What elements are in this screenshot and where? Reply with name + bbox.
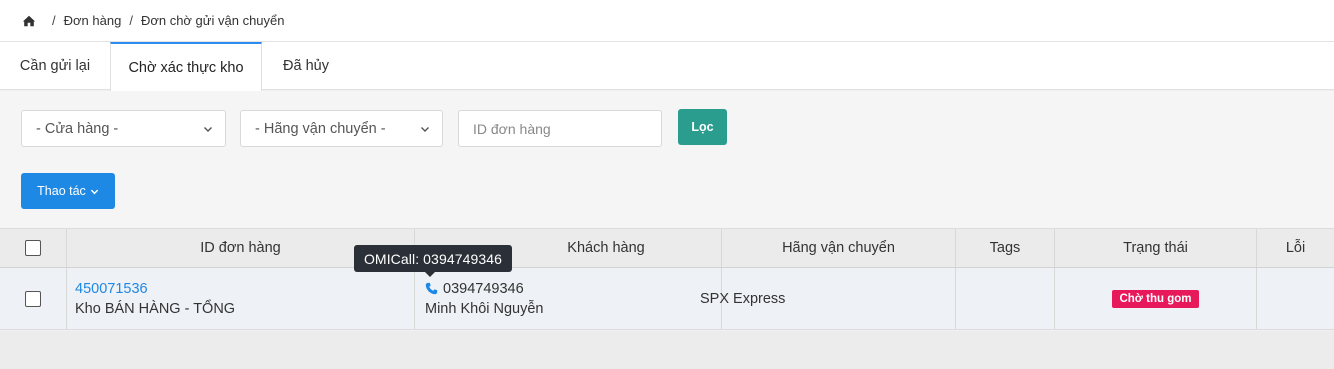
tab-cancelled[interactable]: Đã hủy <box>262 42 350 90</box>
status-cell: Chờ thu gom <box>1055 268 1257 329</box>
customer-phone-number: 0394749346 <box>443 280 524 297</box>
carrier-cell: SPX Express <box>700 268 956 329</box>
filter-button[interactable]: Lọc <box>678 109 727 145</box>
select-all-cell <box>0 229 67 267</box>
tab-warehouse-verification[interactable]: Chờ xác thực kho <box>110 42 262 91</box>
column-header-carrier[interactable]: Hãng vận chuyển <box>722 229 956 267</box>
order-id-input[interactable]: ID đơn hàng <box>458 110 662 147</box>
filter-panel: - Cửa hàng - - Hãng vận chuyển - ID đơn … <box>0 91 1334 228</box>
breadcrumb-item-pending-shipping: Đơn chờ gửi vận chuyển <box>140 13 285 28</box>
actions-button[interactable]: Thao tác <box>21 173 115 209</box>
breadcrumb-separator: / <box>129 13 133 28</box>
customer-phone[interactable]: 0394749346 <box>425 281 544 297</box>
tags-cell <box>956 268 1055 329</box>
error-cell <box>1257 268 1334 329</box>
table-header: ID đơn hàng Khách hàng Hãng vận chuyển T… <box>0 228 1334 268</box>
home-icon[interactable] <box>22 14 36 28</box>
warehouse-name: Kho BÁN HÀNG - TỔNG <box>75 300 236 317</box>
chevron-down-icon <box>90 189 98 194</box>
carrier-select[interactable]: - Hãng vận chuyển - <box>240 110 443 147</box>
column-header-customer-label: Khách hàng <box>567 240 645 256</box>
column-header-tags[interactable]: Tags <box>956 229 1055 267</box>
carrier-name: SPX Express <box>700 290 786 307</box>
customer-name: Minh Khôi Nguyễn <box>425 300 544 317</box>
customer-cell: 0394749346 Minh Khôi Nguyễn <box>415 268 722 329</box>
tab-resend[interactable]: Cần gửi lại <box>0 42 110 90</box>
table-row: 450071536 Kho BÁN HÀNG - TỔNG 0394749346… <box>0 268 1334 330</box>
chevron-down-icon <box>421 127 429 132</box>
tooltip-arrow <box>425 272 435 277</box>
phone-icon[interactable] <box>425 282 438 295</box>
order-id-link[interactable]: 450071536 <box>75 281 235 297</box>
column-header-error[interactable]: Lỗi <box>1257 229 1334 267</box>
store-select[interactable]: - Cửa hàng - <box>21 110 226 147</box>
order-id-placeholder: ID đơn hàng <box>473 120 551 137</box>
page-footer-area <box>0 331 1334 369</box>
row-checkbox[interactable] <box>25 290 41 307</box>
tab-bar: Cần gửi lại Chờ xác thực kho Đã hủy <box>0 42 1334 91</box>
breadcrumb-separator: / <box>52 13 56 28</box>
status-badge: Chờ thu gom <box>1112 289 1199 308</box>
select-all-checkbox[interactable] <box>25 240 41 256</box>
row-select-cell <box>0 268 67 329</box>
column-header-status[interactable]: Trạng thái <box>1055 229 1257 267</box>
breadcrumb-item-orders[interactable]: Đơn hàng <box>64 13 122 28</box>
breadcrumb: / Đơn hàng / Đơn chờ gửi vận chuyển <box>0 0 1334 42</box>
store-select-value: - Cửa hàng - <box>36 120 119 137</box>
omicall-tooltip: OMICall: 0394749346 <box>354 245 512 272</box>
order-id-cell: 450071536 Kho BÁN HÀNG - TỔNG <box>67 268 415 329</box>
actions-button-label: Thao tác <box>37 184 86 198</box>
carrier-select-value: - Hãng vận chuyển - <box>255 120 386 137</box>
chevron-down-icon <box>204 127 212 132</box>
